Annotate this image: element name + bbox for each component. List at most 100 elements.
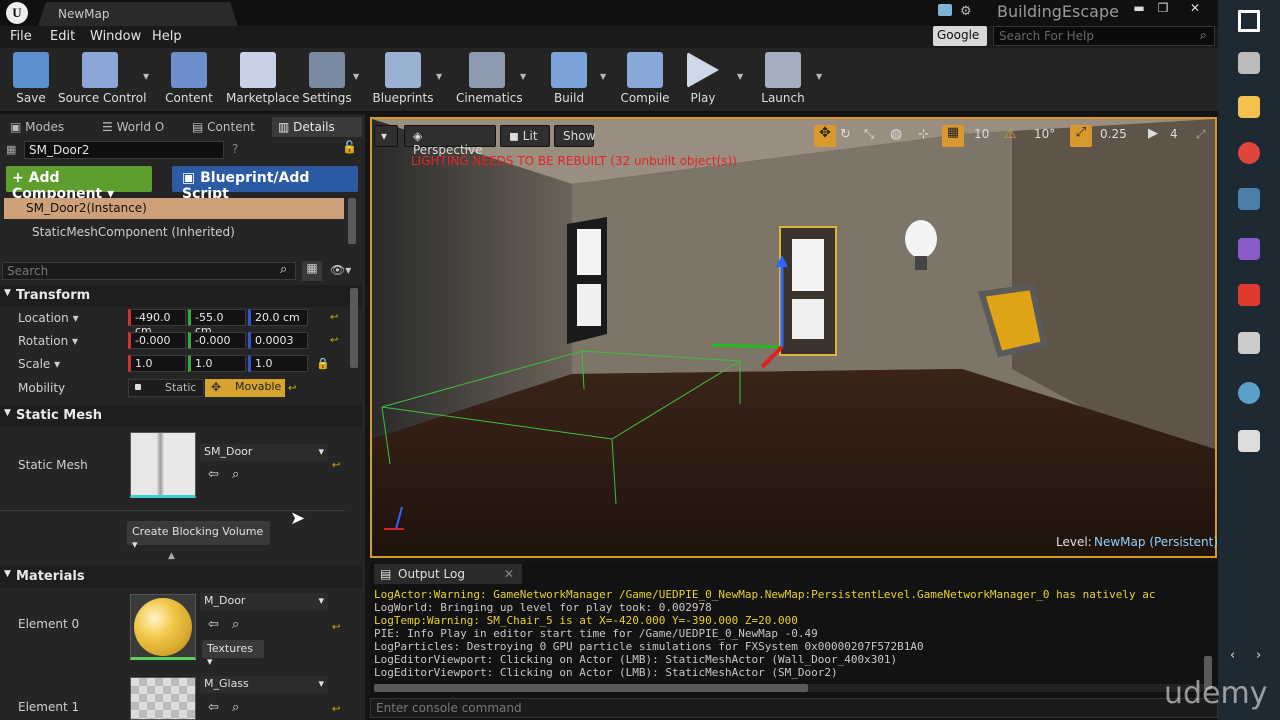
log-horizontal-scrollbar[interactable] [374,684,1204,692]
view-mode-lit-button[interactable]: ◼ Lit [500,125,550,147]
grid-snap-icon[interactable]: ▦ [942,125,964,147]
grid-size-value[interactable]: 10 [974,127,989,141]
tab-details[interactable]: ▥ Details [272,117,362,137]
details-search-input[interactable]: Search [2,262,296,280]
scroll-thumb[interactable] [374,684,808,692]
maximize-button[interactable]: ❐ [1150,0,1176,16]
reset-arrow-icon[interactable]: ↩ [288,383,296,394]
launch-button[interactable]: Launch [752,52,814,110]
settings-button[interactable]: Settings [296,52,358,110]
output-log-tab[interactable]: ▤ Output Log ✕ [374,564,522,584]
lock-icon[interactable]: 🔓 [342,140,357,154]
compile-button[interactable]: Compile [614,52,676,110]
marketplace-button[interactable]: Marketplace [226,52,300,110]
search-icon[interactable]: ⌕ [280,262,287,277]
world-space-globe-icon[interactable]: ◍ [890,126,902,142]
help-icon[interactable]: ? [232,142,238,156]
rotation-snap-icon[interactable]: ⚠ [1004,126,1017,142]
menu-window[interactable]: Window [90,29,141,44]
browse-search-icon[interactable]: ⌕ [232,700,239,715]
transform-section-header[interactable]: ▼ Transform [0,285,362,307]
chevron-right-icon[interactable]: › [1256,648,1261,663]
rotation-z-field[interactable]: 0.0003 [248,332,308,349]
cinematics-dropdown-arrow-icon[interactable]: ▼ [520,72,526,81]
chrome-icon[interactable] [1238,142,1260,164]
scale-z-field[interactable]: 1.0 [248,355,308,372]
source-control-button[interactable]: Source Control [58,52,146,110]
unreal-engine-icon[interactable] [1238,430,1260,452]
scale-x-field[interactable]: 1.0 [128,355,186,372]
location-x-field[interactable]: -490.0 cm [128,309,186,337]
browse-search-icon[interactable]: ⌕ [232,467,239,482]
scale-snap-icon[interactable]: ⤢ [1070,125,1092,147]
blueprints-button[interactable]: Blueprints [372,52,434,110]
material-0-thumbnail[interactable] [130,594,196,660]
rotation-x-field[interactable]: -0.000 [128,332,186,349]
build-dropdown-arrow-icon[interactable]: ▼ [600,72,606,81]
menu-edit[interactable]: Edit [50,29,75,44]
cinematics-button[interactable]: Cinematics [456,52,523,110]
browse-search-icon[interactable]: ⌕ [232,617,239,632]
material-1-asset-dropdown[interactable]: M_Glass ▾ [200,676,328,693]
use-selected-arrow-icon[interactable]: ⇦ [208,467,219,482]
tab-world-outliner[interactable]: ☰ World O [96,117,182,137]
scale-y-field[interactable]: 1.0 [188,355,246,372]
close-tab-icon[interactable]: ✕ [504,567,514,581]
help-search-input[interactable]: Search For Help [993,26,1215,46]
component-scrollbar[interactable] [348,198,356,244]
windows-start-icon[interactable] [1238,10,1260,32]
show-flags-button[interactable]: Show [554,125,595,147]
reset-arrow-icon[interactable]: ↩ [332,704,340,715]
reset-arrow-icon[interactable]: ↩ [330,312,338,323]
rotation-y-field[interactable]: -0.000 [188,332,246,349]
app-icon[interactable] [1238,284,1260,306]
reset-arrow-icon[interactable]: ↩ [332,460,340,471]
use-selected-arrow-icon[interactable]: ⇦ [208,617,219,632]
component-instance-row[interactable]: SM_Door2(Instance) [4,198,344,219]
chat-icon[interactable] [938,4,952,16]
launch-dropdown-arrow-icon[interactable]: ▼ [816,72,822,81]
scale-snap-value[interactable]: 0.25 [1100,127,1127,141]
map-tab[interactable]: NewMap [38,2,238,26]
play-button[interactable]: Play [672,52,734,110]
build-button[interactable]: Build [538,52,600,110]
menu-help[interactable]: Help [152,29,182,44]
create-blocking-volume-button[interactable]: Create Blocking Volume ▾ [127,521,270,551]
location-label[interactable]: Location ▾ [18,311,79,325]
console-command-input[interactable]: Enter console command [370,698,1218,718]
settings-icon[interactable]: ⚙ [960,4,972,19]
scale-label[interactable]: Scale ▾ [18,357,60,371]
scale-tool-icon[interactable]: ⤡ [864,127,874,142]
minimize-button[interactable]: ▬ [1126,0,1152,16]
source-control-dropdown-arrow-icon[interactable]: ▼ [143,72,149,81]
rotation-label[interactable]: Rotation ▾ [18,334,78,348]
visual-studio-icon[interactable] [1238,238,1260,260]
details-scrollbar[interactable] [350,288,358,368]
play-dropdown-arrow-icon[interactable]: ▼ [737,72,743,81]
epic-games-icon[interactable] [1238,332,1260,354]
location-y-field[interactable]: -55.0 cm [188,309,246,337]
surface-snap-icon[interactable]: ⊹ [918,127,929,142]
close-button[interactable]: ✕ [1182,0,1208,16]
component-staticmesh-row[interactable]: StaticMeshComponent (Inherited) [4,222,344,243]
lock-scale-icon[interactable]: 🔒 [316,357,330,370]
tab-content-browser[interactable]: ▤ Content [186,117,268,137]
property-matrix-icon[interactable]: ▦ [302,261,322,281]
tab-modes[interactable]: ▣ Modes [4,117,92,137]
search-icon[interactable]: ⌕ [1200,28,1207,43]
settings-dropdown-arrow-icon[interactable]: ▼ [353,72,359,81]
use-selected-arrow-icon[interactable]: ⇦ [208,700,219,715]
camera-speed-value[interactable]: 4 [1170,127,1178,141]
materials-section-header[interactable]: ▼ Materials [0,566,362,588]
static-mesh-asset-dropdown[interactable]: SM_Door ▾ [200,444,328,461]
perspective-button[interactable]: ◈ Perspective [404,125,496,157]
static-mesh-section-header[interactable]: ▼ Static Mesh [0,405,362,427]
rotate-tool-icon[interactable]: ↻ [840,127,851,142]
blueprint-add-script-button[interactable]: ▣ Blueprint/Add Script [172,166,358,202]
blueprints-dropdown-arrow-icon[interactable]: ▼ [436,72,442,81]
steam-icon[interactable] [1238,188,1260,210]
maximize-viewport-icon[interactable]: ⤢ [1196,127,1206,142]
reset-arrow-icon[interactable]: ↩ [332,622,340,633]
actor-name-field[interactable]: SM_Door2 [24,141,224,159]
add-component-button[interactable]: + Add Component ▾ [6,166,152,202]
